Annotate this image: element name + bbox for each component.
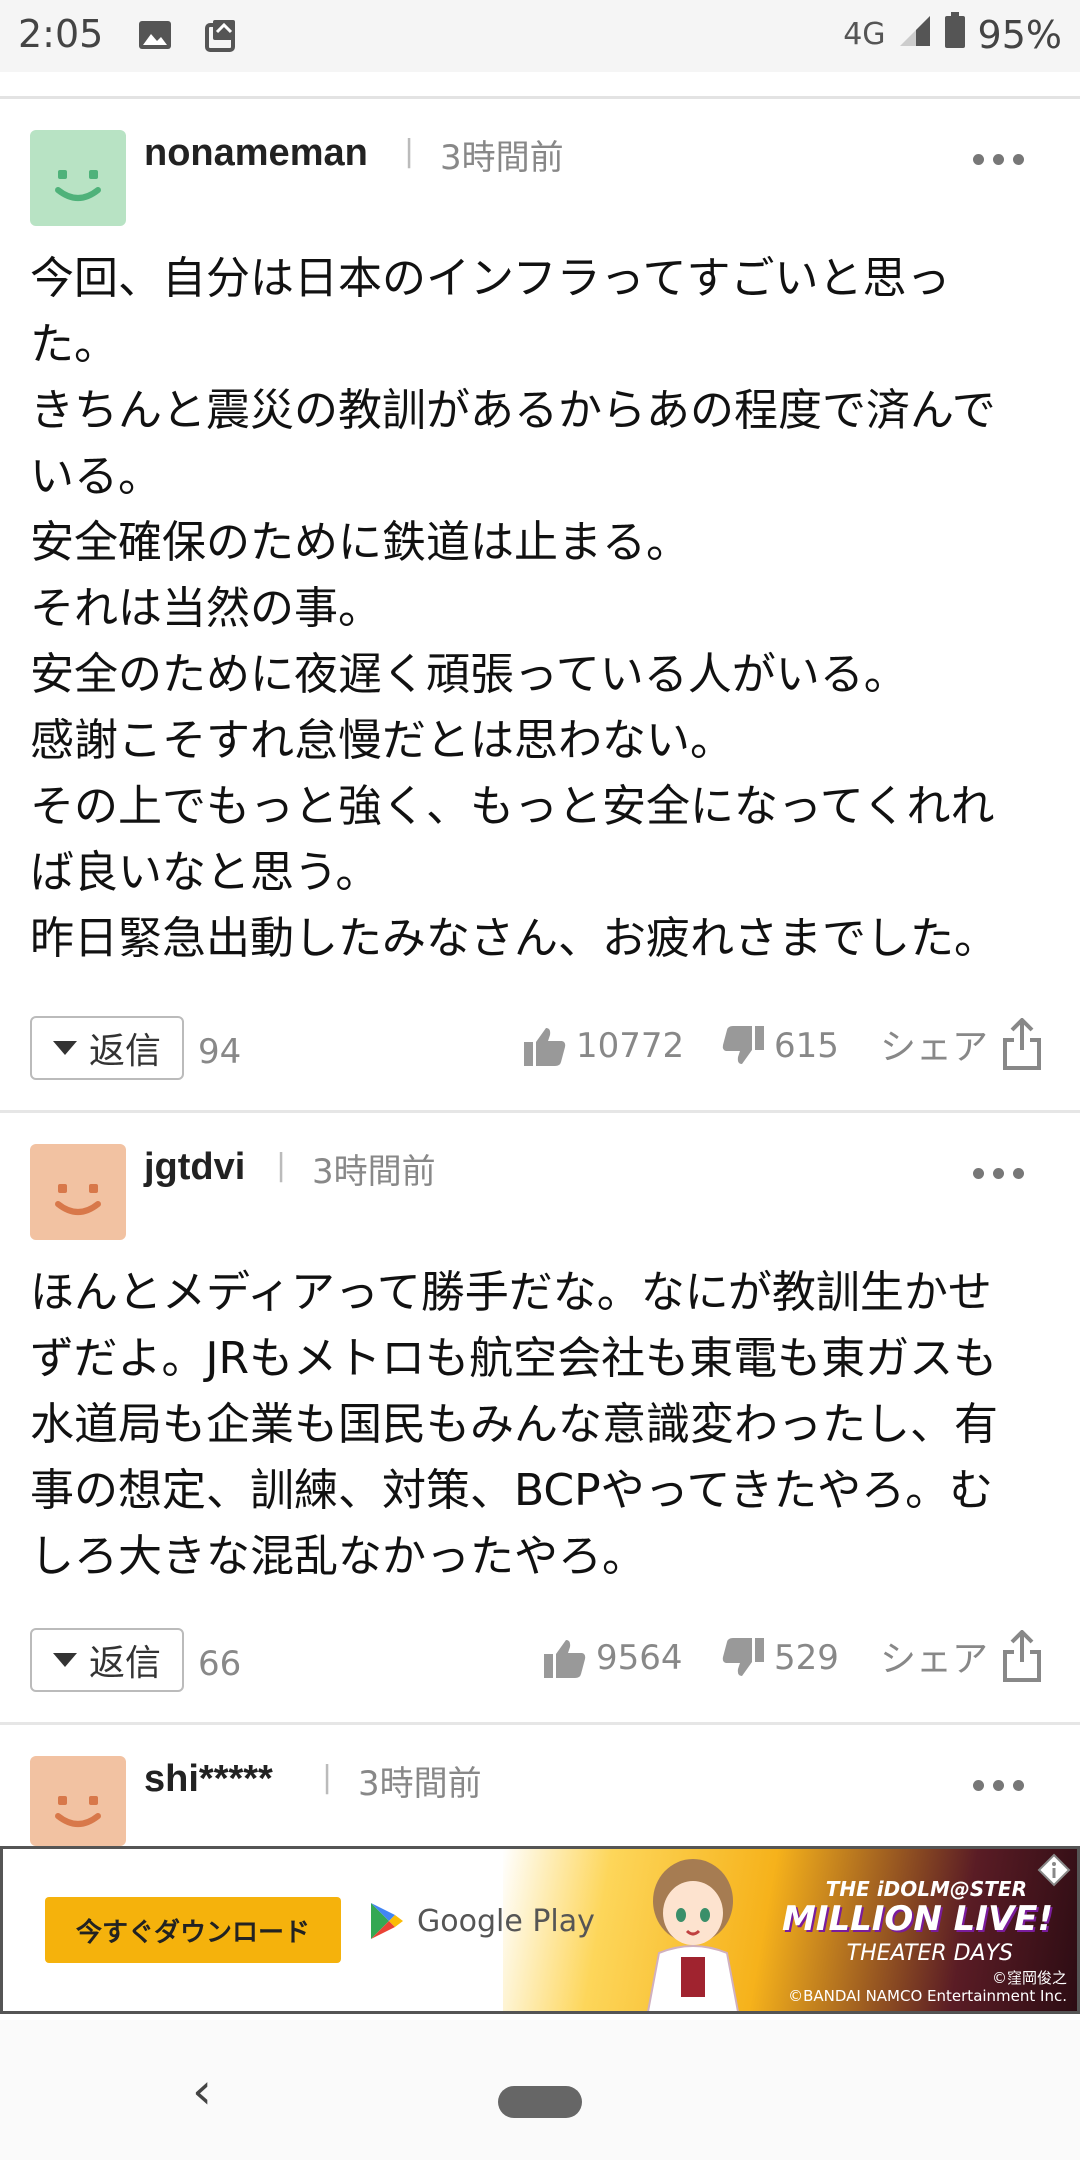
thumbs-up-icon [544, 1640, 586, 1678]
reply-count: 94 [198, 1032, 242, 1072]
status-bar: 2:05 4G 95% [0, 0, 1080, 72]
like-count: 9564 [596, 1638, 683, 1678]
ad-download-button[interactable]: 今すぐダウンロード [45, 1897, 341, 1963]
share-label: シェア [880, 1639, 989, 1680]
share-icon [1003, 1630, 1042, 1682]
thumbs-down-icon [722, 1638, 764, 1676]
more-options-icon[interactable] [964, 1776, 1024, 1795]
comment-divider [0, 1110, 1080, 1113]
comment-time: 3時間前 [312, 1152, 436, 1192]
more-options-icon[interactable] [964, 1164, 1024, 1183]
caret-down-icon [52, 1653, 77, 1667]
google-play-badge[interactable]: Google Play [369, 1901, 595, 1941]
comment-time: 3時間前 [358, 1764, 482, 1804]
more-options-icon[interactable] [964, 150, 1024, 169]
share-label: シェア [880, 1027, 989, 1068]
username[interactable]: shi***** [144, 1758, 273, 1801]
reply-label: 返信 [88, 1643, 161, 1684]
username[interactable]: nonameman [144, 132, 368, 175]
ad-banner[interactable]: THE iDOLM@STER MILLION LIVE! THEATER DAY… [0, 1846, 1080, 2014]
google-play-icon [371, 1903, 403, 1939]
caret-down-icon [52, 1041, 77, 1055]
reply-button[interactable]: 返信 [30, 1016, 184, 1080]
like-button[interactable]: 9564 [544, 1638, 683, 1678]
reply-label: 返信 [88, 1031, 161, 1072]
ad-title-sub: THEATER DAYS [846, 1941, 1013, 1966]
battery-icon [944, 12, 966, 57]
share-button[interactable]: シェア [880, 1630, 1042, 1682]
username[interactable]: jgtdvi [144, 1146, 245, 1189]
separator: | [404, 134, 415, 169]
gallery-notification-icon [138, 18, 172, 56]
dislike-button[interactable]: 615 [722, 1026, 839, 1066]
reply-count: 66 [198, 1644, 242, 1684]
comment-time: 3時間前 [440, 138, 564, 178]
signal-icon [898, 13, 932, 57]
dislike-count: 529 [774, 1638, 839, 1678]
avatar[interactable] [30, 1144, 126, 1240]
avatar[interactable] [30, 1756, 126, 1846]
battery-level: 95% [977, 12, 1062, 57]
share-button[interactable]: シェア [880, 1018, 1042, 1070]
status-indicators: 4G 95% [843, 12, 1062, 57]
comment-divider [0, 1722, 1080, 1725]
ad-info-icon[interactable] [1037, 1853, 1071, 1887]
google-play-label: Google Play [417, 1903, 595, 1939]
dislike-count: 615 [774, 1026, 839, 1066]
back-icon[interactable]: ‹ [192, 2062, 212, 2120]
ad-title-top: THE iDOLM@STER [825, 1877, 1027, 1901]
separator: | [276, 1148, 287, 1183]
system-nav-bar: ‹ [0, 2020, 1080, 2160]
share-icon [1003, 1018, 1042, 1070]
ad-copyright-artist: ©窪岡俊之 [991, 1969, 1067, 1987]
reply-button[interactable]: 返信 [30, 1628, 184, 1692]
comment-body: 今回、自分は日本のインフラってすごいと思っ た。 きちんと震災の教訓があるからあ… [30, 253, 998, 964]
ad-title-main: MILLION LIVE! [781, 1899, 1053, 1939]
avatar[interactable] [30, 130, 126, 226]
like-count: 10772 [576, 1026, 685, 1066]
top-divider [0, 96, 1080, 99]
like-button[interactable]: 10772 [524, 1026, 684, 1066]
separator: | [322, 1760, 333, 1795]
status-time: 2:05 [18, 12, 104, 56]
character-illustration [647, 1859, 739, 2011]
home-pill-button[interactable] [498, 2086, 582, 2118]
comment-body: ほんとメディアって勝手だな。なにが教訓生かせ ずだよ。JRもメトロも航空会社も東… [30, 1267, 998, 1582]
thumbs-up-icon [524, 1028, 566, 1066]
app-notification-icon [204, 18, 238, 56]
ad-copyright-company: ©BANDAI NAMCO Entertainment Inc. [788, 1987, 1067, 2005]
thumbs-down-icon [722, 1026, 764, 1064]
dislike-button[interactable]: 529 [722, 1638, 839, 1678]
network-type: 4G [843, 17, 886, 52]
